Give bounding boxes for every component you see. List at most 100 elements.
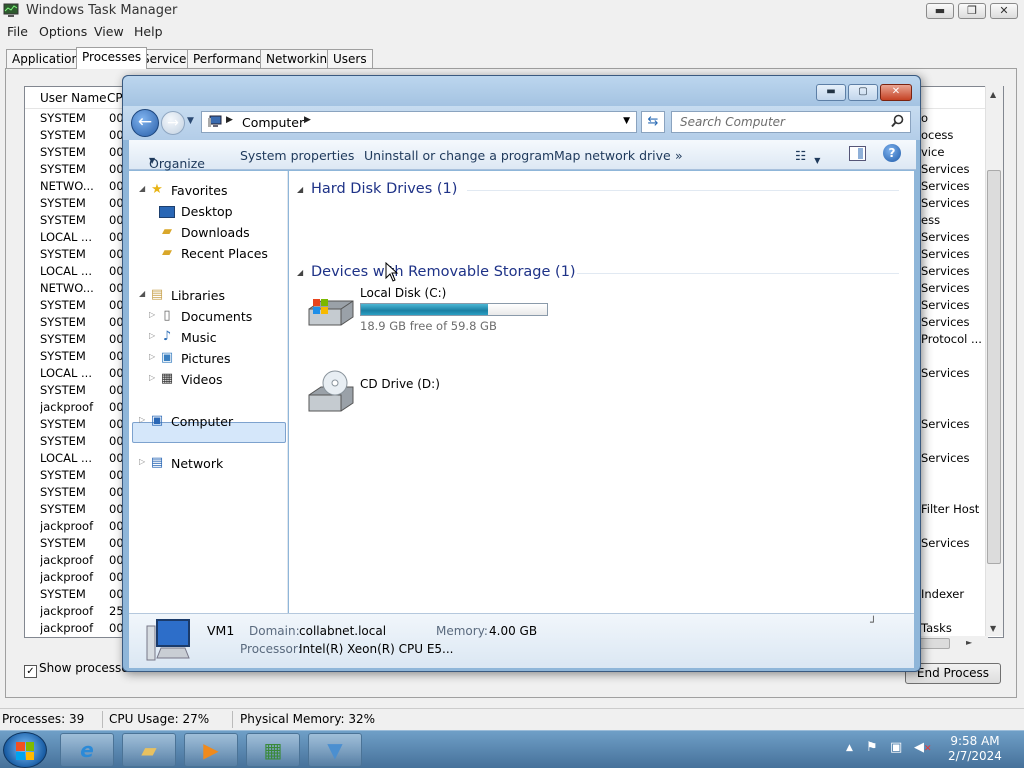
taskbar-windows-explorer[interactable]: ▰ (122, 733, 176, 767)
expanded-arrow-icon[interactable]: ◢ (139, 184, 145, 193)
nav-network-label: Network (171, 456, 224, 471)
group-collapse-icon[interactable]: ◢ (297, 185, 303, 194)
pictures-icon: ▣ (160, 350, 174, 365)
processor-label: Processor: (240, 642, 302, 656)
column-user-name[interactable]: User Name (40, 91, 107, 105)
start-button[interactable] (3, 732, 47, 768)
cell-user: SYSTEM (40, 162, 86, 176)
checkbox-icon[interactable]: ✓ (24, 665, 37, 678)
cell-description: Services (921, 264, 970, 278)
address-dropdown-icon[interactable]: ▼ (623, 116, 630, 126)
tab-processes[interactable]: Processes (76, 47, 148, 69)
menu-options[interactable]: Options (39, 24, 87, 39)
collapsed-arrow-icon[interactable]: ▷ (149, 331, 155, 340)
change-view-icon[interactable]: ☷ ▼ (795, 148, 820, 165)
cell-user: SYSTEM (40, 196, 86, 210)
collapsed-arrow-icon[interactable]: ▷ (149, 373, 155, 382)
cell-user: NETWO... (40, 281, 94, 295)
group-removable-storage[interactable]: ◢ Devices with Removable Storage (1) (289, 262, 909, 284)
nav-music-label: Music (181, 330, 217, 345)
cell-user: SYSTEM (40, 485, 86, 499)
breadcrumb-arrow-icon[interactable]: ▶ (226, 115, 233, 125)
tab-users[interactable]: Users (327, 49, 373, 69)
process-list-scrollbar[interactable]: ▲ ▼ (985, 86, 1003, 636)
group-hard-disk-drives[interactable]: ◢ Hard Disk Drives (1) (289, 179, 909, 201)
minimize-button[interactable]: ▬ (926, 3, 954, 19)
explorer-window: ▬ ▢ ✕ ← → ▼ ▶ Computer ▶ ▼ ⇆ Search Comp… (122, 75, 921, 672)
menu-file[interactable]: File (7, 24, 28, 39)
taskbar-internet-explorer[interactable]: e (60, 733, 114, 767)
more-commands-button[interactable]: » (675, 148, 683, 163)
star-icon: ★ (151, 182, 163, 197)
cell-user: SYSTEM (40, 502, 86, 516)
explorer-close-button[interactable]: ✕ (880, 84, 912, 101)
collapsed-arrow-icon[interactable]: ▷ (149, 310, 155, 319)
cell-description: ocess (921, 128, 954, 142)
address-bar[interactable]: ▶ Computer ▶ ▼ (201, 111, 637, 133)
taskbar-recycle-bin[interactable]: ▼ (308, 733, 362, 767)
nav-computer-label: Computer (171, 414, 234, 429)
back-arrow-icon[interactable]: ← (131, 109, 159, 137)
search-input[interactable]: Search Computer (671, 111, 911, 133)
collapsed-arrow-icon[interactable]: ▷ (139, 415, 145, 424)
cell-description: Tasks (921, 621, 952, 635)
map-network-drive-button[interactable]: Map network drive (554, 148, 671, 163)
system-properties-button[interactable]: System properties (240, 148, 354, 163)
computer-icon (208, 115, 222, 127)
menu-view[interactable]: View (94, 24, 124, 39)
memory-value: 4.00 GB (489, 624, 538, 638)
preview-pane-icon[interactable] (849, 146, 866, 161)
system-clock[interactable]: 9:58 AM 2/7/2024 (945, 734, 1005, 764)
explorer-titlebar[interactable]: ▬ ▢ ✕ (123, 76, 920, 106)
chevron-down-icon: ▼ (149, 156, 156, 165)
task-manager-title: Windows Task Manager (26, 3, 178, 18)
task-manager-icon: ▦ (263, 738, 283, 762)
address-computer[interactable]: Computer (242, 115, 304, 130)
status-physical-memory: Physical Memory: 32% (240, 712, 376, 726)
cell-description: Services (921, 315, 970, 329)
windows-logo-icon (16, 742, 34, 760)
help-icon[interactable]: ? (883, 144, 901, 162)
cell-user: jackproof (40, 553, 94, 567)
collapsed-arrow-icon[interactable]: ▷ (139, 457, 145, 466)
recent-pages-dropdown-icon[interactable]: ▼ (187, 116, 194, 126)
taskbar-media-player[interactable]: ▶ (184, 733, 238, 767)
explorer-navigation-bar: ← → ▼ ▶ Computer ▶ ▼ ⇆ Search Computer (123, 106, 920, 140)
collapsed-arrow-icon[interactable]: ▷ (149, 352, 155, 361)
cell-description: Indexer (921, 587, 965, 601)
network-status-icon[interactable]: ▣ (890, 740, 902, 755)
breadcrumb-arrow-icon[interactable]: ▶ (304, 115, 311, 125)
task-manager-titlebar[interactable]: Windows Task Manager ▬ ❐ ✕ (0, 0, 1024, 22)
scrollbar-thumb[interactable] (987, 170, 1001, 564)
drive-cd-d[interactable]: CD Drive (D:) (305, 367, 505, 415)
explorer-content-pane: ◢ Hard Disk Drives (1) Local Disk (C:) 1… (289, 171, 914, 613)
uninstall-program-button[interactable]: Uninstall or change a program (364, 148, 554, 163)
cell-user: SYSTEM (40, 417, 86, 431)
drive-local-disk-c[interactable]: Local Disk (C:) 18.9 GB free of 59.8 GB (305, 286, 565, 333)
action-center-flag-icon[interactable]: ⚑ (866, 740, 878, 755)
menu-help[interactable]: Help (134, 24, 163, 39)
show-hidden-icons-icon[interactable]: ▲ (846, 743, 853, 753)
explorer-details-pane: VM1 Domain: collabnet.local Memory: 4.00… (129, 613, 914, 668)
explorer-minimize-button[interactable]: ▬ (816, 84, 846, 101)
refresh-icon[interactable]: ⇆ (641, 111, 665, 133)
group-removable-title: Devices with Removable Storage (1) (311, 264, 576, 280)
resize-grip-icon[interactable]: ┘ (870, 616, 877, 629)
group-collapse-icon[interactable]: ◢ (297, 268, 303, 277)
nav-desktop-label: Desktop (181, 204, 233, 219)
drive-d-name: CD Drive (D:) (360, 377, 440, 391)
hard-disk-icon (308, 299, 354, 326)
taskbar-task-manager[interactable]: ▦ (246, 733, 300, 767)
expanded-arrow-icon[interactable]: ◢ (139, 289, 145, 298)
cell-description: Services (921, 162, 970, 176)
maximize-button[interactable]: ❐ (958, 3, 986, 19)
search-icon[interactable] (891, 114, 904, 128)
cell-user: jackproof (40, 400, 94, 414)
explorer-maximize-button[interactable]: ▢ (848, 84, 878, 101)
volume-muted-icon[interactable]: ◀✕ (914, 740, 932, 755)
close-button[interactable]: ✕ (990, 3, 1018, 19)
cell-user: SYSTEM (40, 145, 86, 159)
cell-user: SYSTEM (40, 536, 86, 550)
cell-description: Services (921, 196, 970, 210)
forward-arrow-icon[interactable]: → (161, 111, 185, 135)
